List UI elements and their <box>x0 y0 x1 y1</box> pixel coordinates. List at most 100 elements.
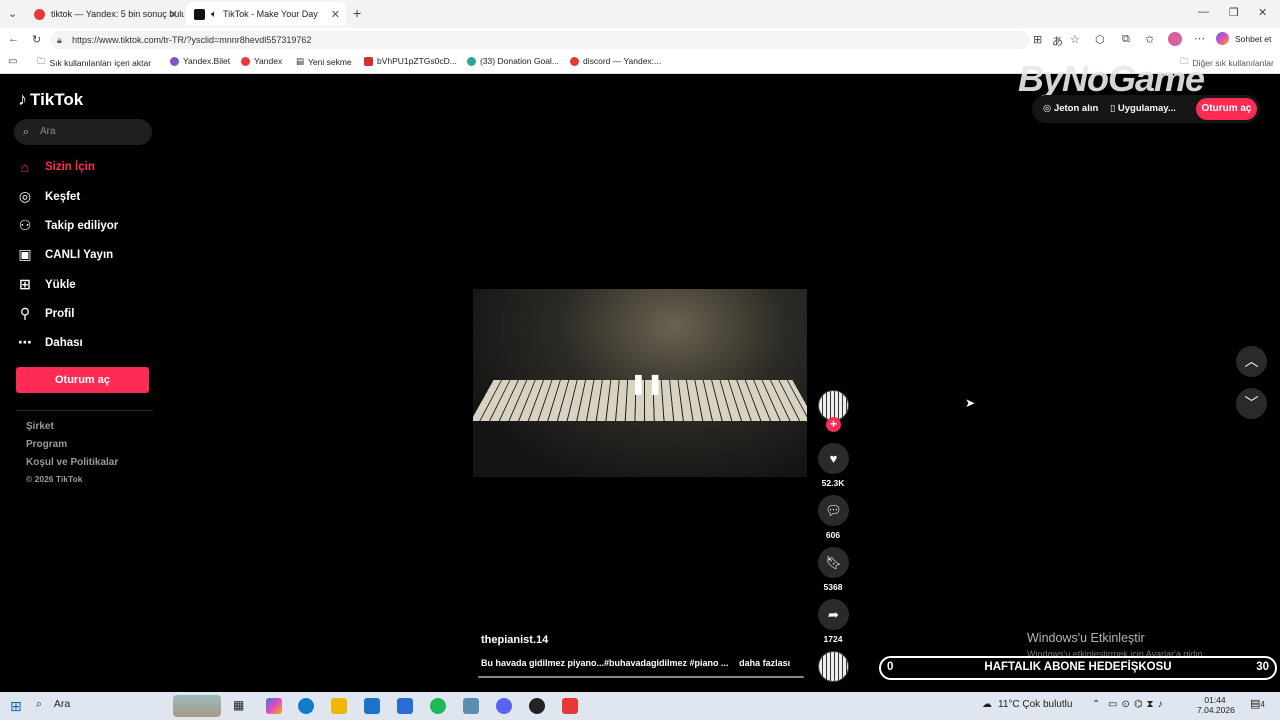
home-icon: ⌂ <box>16 159 34 175</box>
video-progress-bar[interactable] <box>478 676 804 678</box>
nav-following[interactable]: ⚇ Takip ediliyor <box>16 217 118 234</box>
favorites-icon[interactable]: ✩ <box>1145 33 1154 46</box>
bookmark-donation[interactable]: (33) Donation Goal... <box>467 56 559 66</box>
weekly-goal-bar: 0 HAFTALIK ABONE HEDEFİŞKOSU 30 <box>879 656 1277 680</box>
bookmark-new-tab[interactable]: ▤ Yeni sekme <box>296 56 352 67</box>
refresh-icon[interactable]: ↻ <box>32 33 41 46</box>
yandex-app-icon[interactable] <box>562 698 578 714</box>
tray-icons[interactable]: ▭⊙⌬⧗♪ <box>1108 699 1167 710</box>
bookmark-label: Yandex <box>254 56 282 66</box>
bookmark-label: Yandex.Bilet <box>183 56 230 66</box>
obs-icon[interactable] <box>529 698 545 714</box>
outlook-icon[interactable] <box>397 698 413 714</box>
reading-icon[interactable]: ▭ <box>8 56 17 67</box>
favorite-star-icon[interactable]: ☆ <box>1070 33 1080 46</box>
translate-icon[interactable]: あ <box>1052 33 1063 49</box>
coin-icon: ◎ <box>1043 103 1054 114</box>
get-coins-button[interactable]: ◎ Jeton alın <box>1043 103 1098 114</box>
extension-icon[interactable]: ⬡ <box>1095 33 1105 46</box>
chevron-up-icon: ︿ <box>1245 353 1259 369</box>
nav-upload[interactable]: ⊞ Yükle <box>16 276 76 293</box>
notification-center[interactable]: ▤4 <box>1250 697 1265 710</box>
footer-program[interactable]: Program <box>26 439 67 450</box>
split-icon[interactable]: ⧉ <box>1122 33 1130 46</box>
footer-company[interactable]: Şirket <box>26 421 54 432</box>
settings-app-icon[interactable] <box>463 698 479 714</box>
taskbar-search-label: Ara <box>54 698 70 711</box>
bookmark-yandex-bilet[interactable]: Yandex.Bilet <box>170 56 230 66</box>
chat-button[interactable]: Sohbet et <box>1235 34 1271 44</box>
follow-plus-icon[interactable]: + <box>826 417 841 432</box>
get-app-button[interactable]: ▯ Uygulamay... <box>1110 103 1176 114</box>
back-icon[interactable]: ← <box>8 33 19 45</box>
profile-avatar[interactable] <box>1168 32 1182 46</box>
share-count: 1724 <box>813 634 853 644</box>
tab-title: tiktok — Yandex: 5 bin sonuç bulu <box>51 9 184 19</box>
tab-title: TikTok - Make Your Day <box>223 9 318 19</box>
tab-yandex[interactable]: tiktok — Yandex: 5 bin sonuç bulu ✕ <box>26 2 184 26</box>
close-icon[interactable]: ✕ <box>331 8 340 21</box>
minimize-icon[interactable]: — <box>1198 6 1209 18</box>
tray-overflow-icon[interactable]: ⌃ <box>1092 699 1100 710</box>
nav-label: Sizin İçin <box>45 161 95 173</box>
bookmark-pdf[interactable]: bVhPU1pZTGs0cD... <box>364 56 457 66</box>
profile-icon: ⚲ <box>16 305 34 322</box>
tiktok-note-icon: ♪ <box>18 89 27 110</box>
site-info-icon[interactable]: ⊞ <box>1033 33 1042 46</box>
close-window-icon[interactable]: ✕ <box>1258 6 1267 19</box>
search-input[interactable]: ⌕ Ara <box>14 119 152 145</box>
video-author[interactable]: thepianist.14 <box>481 634 548 646</box>
save-button[interactable]: 🔖︎ <box>818 547 849 578</box>
restore-icon[interactable]: ❐ <box>1229 6 1239 19</box>
footer-terms[interactable]: Koşul ve Politikalar <box>26 457 118 468</box>
widget-image[interactable] <box>173 695 221 717</box>
nav-for-you[interactable]: ⌂ Sizin İçin <box>16 159 95 175</box>
url-field[interactable]: 🔒︎ https://www.tiktok.com/tr-TR/?ysclid=… <box>50 31 1030 49</box>
sidebar-login-button[interactable]: Oturum aç <box>16 367 149 393</box>
close-icon[interactable]: ✕ <box>169 8 178 21</box>
spotify-icon[interactable] <box>430 698 446 714</box>
sound-avatar[interactable] <box>818 651 849 682</box>
tiktok-logo[interactable]: ♪ TikTok <box>18 89 83 110</box>
store-icon[interactable] <box>364 698 380 714</box>
discord-icon[interactable] <box>496 698 512 714</box>
clock[interactable]: 01:44 7.04.2026 <box>1197 695 1233 715</box>
share-button[interactable]: ➦ <box>818 599 849 630</box>
comment-button[interactable]: 💬︎ <box>818 495 849 526</box>
bynogame-watermark: ByNoGame <box>1018 58 1204 100</box>
tab-list-icon[interactable]: ⌄ <box>8 7 17 20</box>
edge-icon[interactable] <box>298 698 314 714</box>
copilot-app-icon[interactable] <box>266 698 282 714</box>
pdf-icon <box>364 57 373 66</box>
like-button[interactable]: ♥ <box>818 443 849 474</box>
nav-explore[interactable]: ◎ Keşfet <box>16 188 80 205</box>
bookmark-discord[interactable]: discord — Yandex:... <box>570 56 661 66</box>
share-icon: ➦ <box>828 607 839 622</box>
bookmark-import[interactable]: 🗀︎ Sık kullanılanları içeri aktar <box>37 56 151 70</box>
yandex-icon <box>570 57 579 66</box>
bookmark-yandex[interactable]: Yandex <box>241 56 282 66</box>
new-tab-icon[interactable]: + <box>353 5 361 21</box>
more-link[interactable]: daha fazlası <box>739 658 790 668</box>
nav-label: Takip ediliyor <box>45 220 118 232</box>
tab-bar: ⌄ tiktok — Yandex: 5 bin sonuç bulu ✕ 🔈︎… <box>0 0 1280 28</box>
weather-widget[interactable]: ☁︎ 11°C Çok bulutlu <box>982 699 1072 710</box>
pause-icon[interactable]: ❚❚ <box>630 371 664 396</box>
header-login-button[interactable]: Oturum aç <box>1196 98 1257 120</box>
speaker-icon[interactable]: 🔈︎ <box>211 9 217 20</box>
nav-more[interactable]: ⋯ Dahası <box>16 334 83 351</box>
taskbar-search[interactable]: ⌕ Ara <box>36 698 70 711</box>
video-player[interactable]: ❚❚ <box>473 289 807 477</box>
nav-live[interactable]: ▣ CANLI Yayın <box>16 246 113 263</box>
bookmark-label: discord — Yandex:... <box>583 56 661 66</box>
file-explorer-icon[interactable] <box>331 698 347 714</box>
compass-icon: ◎ <box>16 188 34 205</box>
previous-video-button[interactable]: ︿ <box>1236 346 1267 377</box>
nav-profile[interactable]: ⚲ Profil <box>16 305 74 322</box>
yandex-icon <box>34 9 45 20</box>
next-video-button[interactable]: ﹀ <box>1236 388 1267 419</box>
tab-tiktok[interactable]: 🔈︎ TikTok - Make Your Day ✕ <box>186 2 346 26</box>
more-icon[interactable]: ⋯ <box>1194 32 1205 45</box>
task-view-icon[interactable]: ▦ <box>233 698 244 712</box>
windows-start-icon[interactable]: ⊞ <box>10 698 22 715</box>
